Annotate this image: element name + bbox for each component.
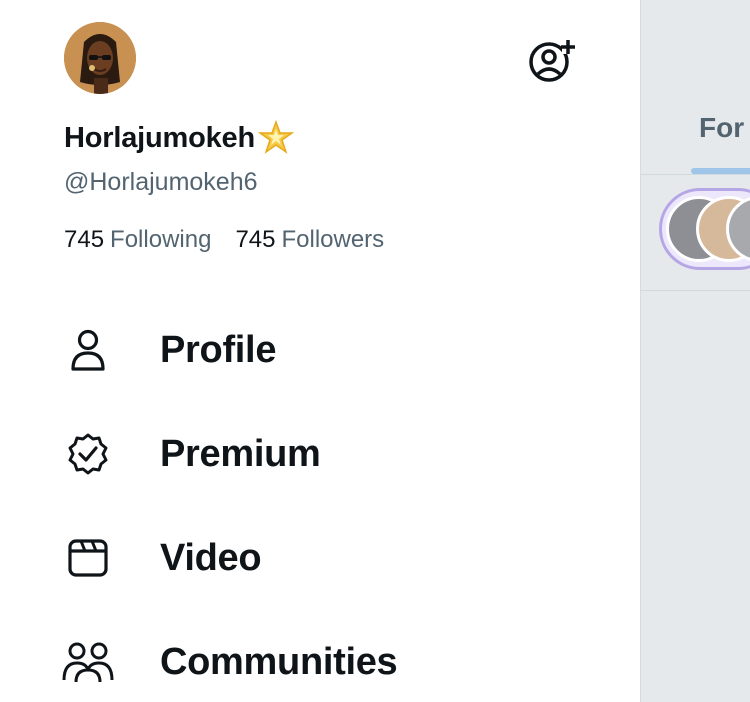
- followers-link[interactable]: 745 Followers: [235, 226, 384, 254]
- tab-divider: [641, 174, 750, 175]
- video-icon: [60, 530, 116, 586]
- menu-item-video[interactable]: Video: [60, 528, 580, 588]
- menu-label-video: Video: [160, 536, 262, 579]
- fleet-row[interactable]: [659, 188, 750, 270]
- followers-label: Followers: [281, 226, 385, 253]
- add-account-button[interactable]: [526, 38, 576, 84]
- add-account-icon: [529, 40, 575, 82]
- background-timeline-pane: For y: [640, 0, 750, 702]
- menu-item-profile[interactable]: Profile: [60, 320, 580, 380]
- menu-label-premium: Premium: [160, 432, 321, 475]
- following-count: 745: [64, 226, 105, 253]
- side-drawer: Horlajumokeh @Horlajumokeh6 745 Following…: [0, 0, 640, 702]
- menu-item-communities[interactable]: Communities: [60, 632, 580, 692]
- menu-item-premium[interactable]: Premium: [60, 424, 580, 484]
- follow-stats: 745 Following 745 Followers: [64, 226, 384, 254]
- menu-label-profile: Profile: [160, 328, 277, 371]
- following-label: Following: [110, 226, 212, 253]
- timeline-divider: [641, 290, 750, 291]
- menu-label-communities: Communities: [160, 640, 398, 683]
- communities-icon: [60, 634, 116, 690]
- followers-count: 745: [235, 226, 276, 253]
- following-link[interactable]: 745 Following: [64, 226, 211, 254]
- user-handle: @Horlajumokeh6: [64, 168, 258, 196]
- display-name: Horlajumokeh: [64, 121, 255, 154]
- avatar[interactable]: [64, 22, 136, 94]
- tab-for-you[interactable]: For y: [699, 112, 750, 144]
- person-icon: [60, 322, 116, 378]
- verified-badge-icon: [60, 426, 116, 482]
- star-emoji-icon: [257, 119, 295, 154]
- display-name-row[interactable]: Horlajumokeh: [64, 118, 295, 158]
